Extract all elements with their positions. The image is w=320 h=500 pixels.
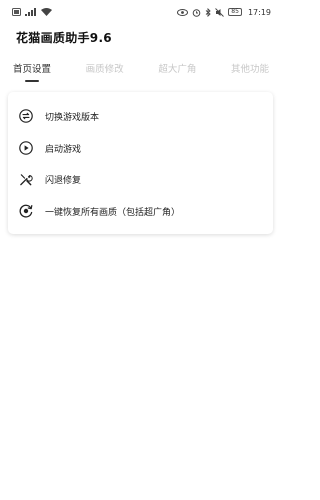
eye-icon bbox=[177, 8, 189, 16]
bluetooth-icon bbox=[205, 7, 211, 17]
app-title: 花猫画质助手9.6 bbox=[16, 31, 112, 45]
status-right: 85 17:19 bbox=[177, 7, 271, 17]
tab-wide-angle[interactable]: 超大广角 bbox=[158, 61, 196, 81]
tab-bar: 首页设置 画质修改 超大广角 其他功能 bbox=[0, 58, 281, 84]
signal-icon bbox=[25, 8, 37, 16]
menu-item-switch-version[interactable]: 切换游戏版本 bbox=[8, 103, 273, 129]
mute-icon bbox=[215, 7, 225, 17]
tab-home-settings[interactable]: 首页设置 bbox=[13, 61, 51, 82]
menu-item-label: 切换游戏版本 bbox=[45, 112, 100, 123]
tab-other-functions[interactable]: 其他功能 bbox=[231, 61, 269, 81]
sim-icon bbox=[12, 8, 21, 16]
menu-item-label: 一键恢复所有画质（包括超广角） bbox=[45, 207, 181, 218]
status-left bbox=[12, 8, 52, 16]
tab-quality-modify[interactable]: 画质修改 bbox=[86, 61, 124, 81]
menu-item-crash-repair[interactable]: 闪退修复 bbox=[8, 166, 273, 192]
swap-icon bbox=[19, 109, 33, 123]
wrench-icon bbox=[19, 172, 33, 186]
battery-indicator: 85 bbox=[228, 8, 242, 16]
status-bar: 85 17:19 bbox=[0, 0, 281, 24]
menu-card: 切换游戏版本 启动游戏 闪退修复 一键恢复所有画质（包括超广角） bbox=[8, 92, 273, 234]
restore-icon bbox=[19, 204, 33, 218]
menu-item-restore-quality[interactable]: 一键恢复所有画质（包括超广角） bbox=[8, 198, 273, 224]
play-icon bbox=[19, 141, 33, 155]
alarm-icon bbox=[192, 8, 201, 17]
wifi-icon bbox=[41, 8, 52, 16]
menu-item-launch-game[interactable]: 启动游戏 bbox=[8, 135, 273, 161]
menu-item-label: 启动游戏 bbox=[45, 144, 82, 155]
clock: 17:19 bbox=[247, 7, 271, 17]
menu-item-label: 闪退修复 bbox=[45, 175, 82, 186]
